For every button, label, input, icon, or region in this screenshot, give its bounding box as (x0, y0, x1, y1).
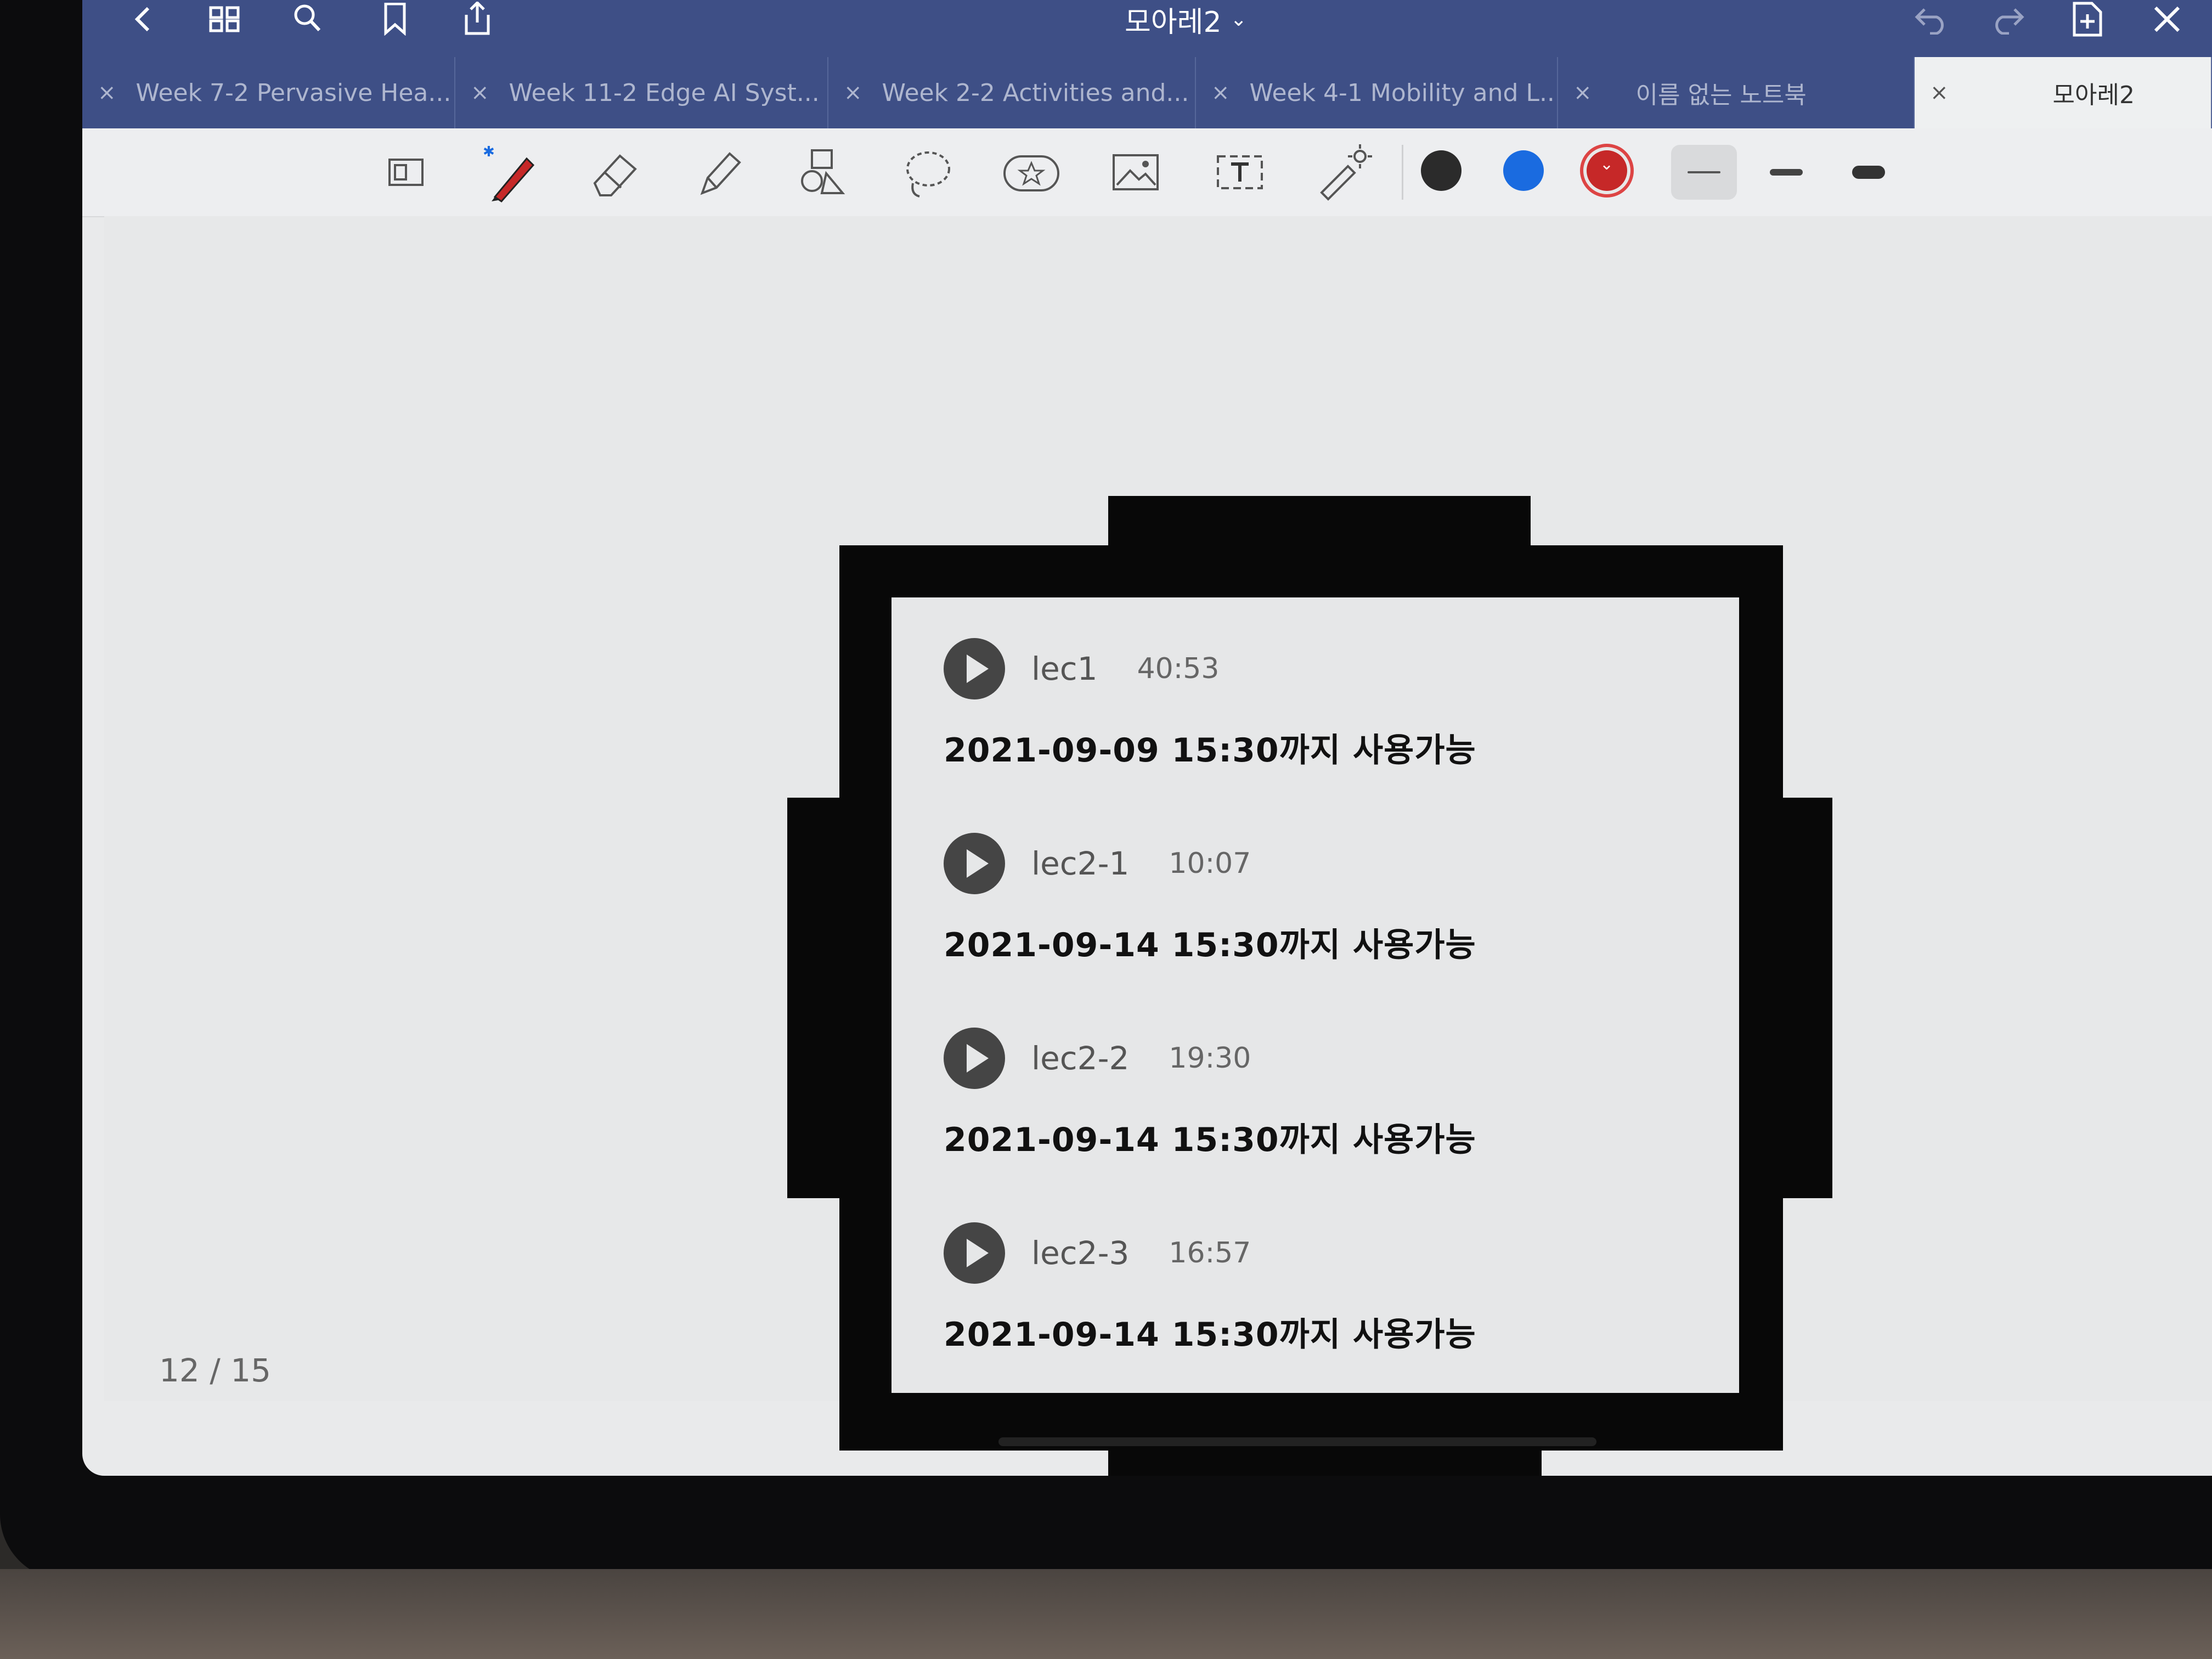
image-icon[interactable] (1103, 139, 1169, 205)
tab-close-icon[interactable]: × (98, 80, 116, 105)
back-icon[interactable] (121, 0, 165, 38)
share-icon[interactable] (455, 0, 499, 38)
add-page-icon[interactable] (2066, 0, 2109, 38)
tab-close-icon[interactable]: × (1573, 80, 1592, 105)
tab-label: Week 2-2 Activities and... (882, 78, 1189, 107)
color-swatch-blue[interactable] (1503, 150, 1544, 191)
page-indicator: 12 / 15 (159, 1352, 272, 1389)
tab-label: 이름 없는 노트북 (1635, 81, 1807, 109)
svg-text:✱: ✱ (483, 144, 495, 160)
tab-untitled-notebook[interactable]: × 이름 없는 노트북 (1558, 57, 1915, 128)
undo-icon[interactable] (1909, 0, 1953, 38)
play-icon[interactable] (944, 1222, 1005, 1284)
tab-week-2-2[interactable]: × Week 2-2 Activities and... (828, 57, 1196, 128)
redo-icon[interactable] (1986, 0, 2030, 38)
lecture-duration: 16:57 (1169, 1237, 1251, 1269)
drawing-toolbar: ✱ ⌄ (82, 128, 2212, 217)
tab-label: Week 7-2 Pervasive Hea... (136, 78, 452, 107)
tab-label: 모아레2 (2052, 81, 2135, 109)
lecture-item: lec2-1 10:07 2021-09-14 15:30까지 사용가능 (944, 831, 1476, 966)
shapes-icon[interactable] (790, 139, 856, 205)
search-icon[interactable] (285, 0, 329, 38)
stroke-medium-option[interactable] (1753, 145, 1819, 200)
stroke-thin-option[interactable] (1671, 145, 1737, 200)
play-icon[interactable] (944, 833, 1005, 894)
lecture-name: lec2-3 (1031, 1234, 1130, 1272)
notebook-title[interactable]: 모아레2 ⌄ (1125, 0, 1247, 39)
lecture-list: lec1 40:53 2021-09-09 15:30까지 사용가능 lec2-… (891, 597, 1739, 1393)
lecture-availability: 2021-09-14 15:30까지 사용가능 (944, 926, 1476, 964)
page-layout-icon[interactable] (373, 139, 439, 205)
lecture-duration: 40:53 (1137, 652, 1220, 685)
stroke-thick-icon (1852, 166, 1885, 179)
frame-top-tab (1108, 496, 1531, 551)
lecture-duration: 19:30 (1169, 1042, 1251, 1075)
tab-label: Week 11-2 Edge AI Syst... (509, 78, 820, 107)
tab-bar: × Week 7-2 Pervasive Hea... × Week 11-2 … (82, 57, 2212, 128)
color-swatch-black[interactable] (1421, 150, 1462, 191)
play-icon[interactable] (944, 1028, 1005, 1089)
tab-week-4-1[interactable]: × Week 4-1 Mobility and L... (1196, 57, 1558, 128)
stroke-thick-option[interactable] (1836, 145, 1901, 200)
tab-close-icon[interactable]: × (844, 80, 862, 105)
lasso-icon[interactable] (894, 139, 960, 205)
lecture-availability: 2021-09-14 15:30까지 사용가능 (944, 1316, 1476, 1354)
tab-week-11-2[interactable]: × Week 11-2 Edge AI Syst... (455, 57, 828, 128)
pen-tool-icon[interactable]: ✱ (477, 139, 543, 205)
text-box-icon[interactable] (1207, 139, 1273, 205)
eraser-icon[interactable] (582, 139, 647, 205)
grid-view-icon[interactable] (203, 0, 247, 38)
tab-close-icon[interactable]: × (1211, 80, 1230, 105)
sticker-icon[interactable] (998, 139, 1064, 205)
frame-right-tab (1778, 798, 1832, 1198)
frame-left-tab (787, 798, 842, 1198)
home-indicator[interactable] (998, 1437, 1596, 1446)
lecture-name: lec2-1 (1031, 845, 1130, 882)
lecture-name: lec1 (1031, 650, 1098, 687)
lecture-item: lec2-3 16:57 2021-09-14 15:30까지 사용가능 (944, 1220, 1476, 1356)
tab-week-7-2[interactable]: × Week 7-2 Pervasive Hea... (82, 57, 455, 128)
tab-label: Week 4-1 Mobility and L... (1249, 78, 1558, 107)
toolbar-divider (1402, 145, 1403, 200)
play-icon[interactable] (944, 638, 1005, 699)
lecture-availability: 2021-09-09 15:30까지 사용가능 (944, 731, 1476, 770)
highlighter-icon[interactable] (686, 139, 752, 205)
notebook-title-label: 모아레2 (1125, 5, 1222, 39)
app-screen: 모아레2 ⌄ × Week 7-2 Pervasive Hea... × Wee… (82, 0, 2212, 1476)
stroke-medium-icon (1770, 169, 1803, 176)
lecture-item: lec2-2 19:30 2021-09-14 15:30까지 사용가능 (944, 1025, 1476, 1161)
lecture-item: lec1 40:53 2021-09-09 15:30까지 사용가능 (944, 636, 1476, 771)
lecture-name: lec2-2 (1031, 1040, 1130, 1077)
close-icon[interactable] (2145, 0, 2189, 38)
lecture-card-frame: lec1 40:53 2021-09-09 15:30까지 사용가능 lec2-… (787, 496, 1832, 1476)
laser-pointer-icon[interactable] (1311, 139, 1377, 205)
top-bar: 모아레2 ⌄ (82, 0, 2212, 57)
notebook-page[interactable]: lec1 40:53 2021-09-09 15:30까지 사용가능 lec2-… (104, 216, 2212, 1476)
tab-close-icon[interactable]: × (471, 80, 489, 105)
stroke-thin-icon (1688, 171, 1720, 173)
color-swatch-red[interactable]: ⌄ (1587, 150, 1627, 191)
bookmark-icon[interactable] (373, 0, 417, 38)
chevron-down-icon: ⌄ (1600, 155, 1614, 174)
tab-moire2[interactable]: × 모아레2 (1915, 57, 2212, 128)
tab-close-icon[interactable]: × (1930, 80, 1949, 105)
chevron-down-icon: ⌄ (1230, 8, 1247, 31)
desk-surface (0, 1569, 2212, 1659)
lecture-duration: 10:07 (1169, 847, 1251, 880)
lecture-availability: 2021-09-14 15:30까지 사용가능 (944, 1121, 1476, 1159)
